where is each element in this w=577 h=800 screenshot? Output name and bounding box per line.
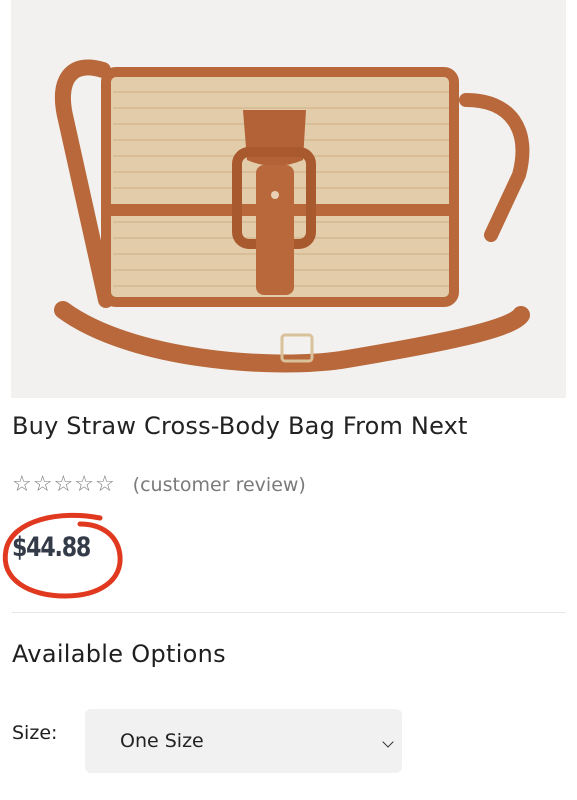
star-icon: ☆ xyxy=(32,472,53,497)
star-icon: ☆ xyxy=(12,472,32,497)
size-label: Size: xyxy=(12,722,58,744)
rating-row: ☆ ☆ ☆ ☆ ☆ (customer review) xyxy=(12,474,306,497)
product-image[interactable] xyxy=(11,0,566,398)
price-block: $44.88 xyxy=(0,510,130,602)
size-select[interactable]: One Size xyxy=(85,709,402,773)
chevron-down-icon xyxy=(382,736,394,748)
section-divider xyxy=(12,612,566,613)
star-icon: ☆ xyxy=(74,472,94,497)
star-icon: ☆ xyxy=(53,472,74,497)
customer-review-link[interactable]: (customer review) xyxy=(133,474,306,496)
available-options-heading: Available Options xyxy=(12,640,226,668)
product-title: Buy Straw Cross-Body Bag From Next xyxy=(12,412,468,440)
size-selected-value: One Size xyxy=(120,730,204,752)
star-rating: ☆ ☆ ☆ ☆ ☆ xyxy=(12,474,115,496)
product-price: $44.88 xyxy=(12,532,91,563)
star-icon: ☆ xyxy=(94,472,115,497)
bag-illustration xyxy=(54,59,530,373)
